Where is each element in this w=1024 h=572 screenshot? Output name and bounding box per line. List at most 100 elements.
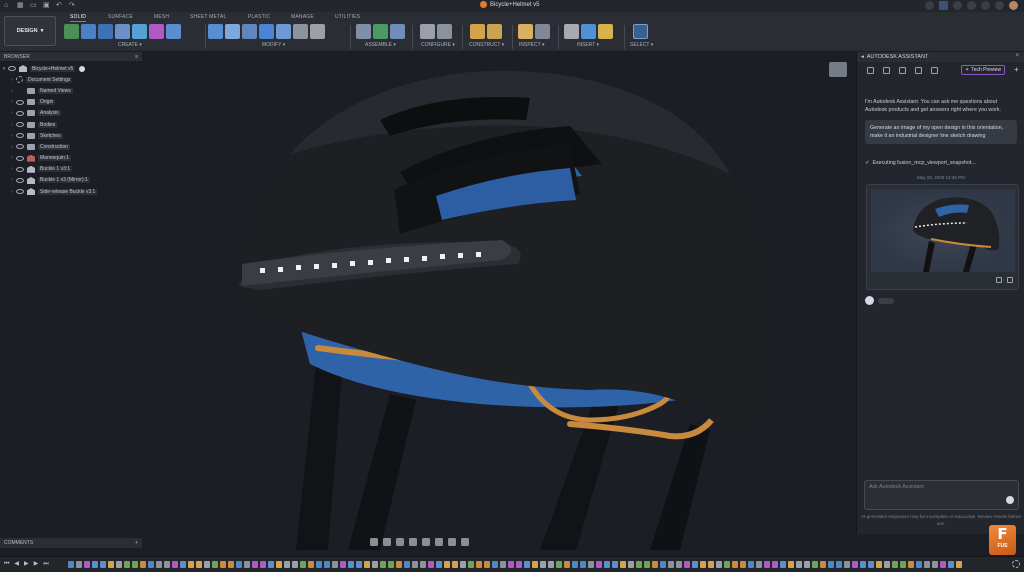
timeline-feature[interactable] xyxy=(844,561,850,568)
comments-panel[interactable]: COMMENTS + xyxy=(0,538,142,548)
workspace-switcher[interactable]: DESIGN ▾ xyxy=(4,16,56,46)
history-icon[interactable] xyxy=(915,66,922,74)
timeline-feature[interactable] xyxy=(188,561,194,568)
configure-table-icon[interactable] xyxy=(420,24,435,39)
timeline-feature[interactable] xyxy=(132,561,138,568)
timeline-feature[interactable] xyxy=(796,561,802,568)
insert-derive-icon[interactable] xyxy=(564,24,579,39)
timeline-feature[interactable] xyxy=(636,561,642,568)
look-at-icon[interactable] xyxy=(383,538,391,546)
file-icon[interactable]: ▭ xyxy=(30,2,37,9)
timeline-feature[interactable] xyxy=(540,561,546,568)
timeline-feature[interactable] xyxy=(764,561,770,568)
chevron-right-icon[interactable]: › xyxy=(8,155,16,161)
save-icon[interactable]: ▣ xyxy=(43,2,50,9)
timeline-feature[interactable] xyxy=(244,561,250,568)
tree-item[interactable]: › Analysis xyxy=(0,108,142,119)
box-icon[interactable] xyxy=(132,24,147,39)
timeline-feature[interactable] xyxy=(556,561,562,568)
assistant-input[interactable] xyxy=(869,484,999,490)
offset-plane-icon[interactable] xyxy=(470,24,485,39)
timeline-feature[interactable] xyxy=(412,561,418,568)
insert-canvas-icon[interactable] xyxy=(581,24,596,39)
visibility-icon[interactable] xyxy=(8,66,16,72)
timeline-feature[interactable] xyxy=(380,561,386,568)
timeline-feature[interactable] xyxy=(148,561,154,568)
settings-icon[interactable] xyxy=(931,66,938,74)
tech-preview-badge[interactable]: ✦ Tech Preview xyxy=(961,65,1005,75)
timeline-feature[interactable] xyxy=(388,561,394,568)
timeline-feature[interactable] xyxy=(124,561,130,568)
timeline-feature[interactable] xyxy=(324,561,330,568)
select-group[interactable]: SELECT ▾ xyxy=(630,42,653,48)
display-settings-icon[interactable] xyxy=(435,538,443,546)
timeline-feature[interactable] xyxy=(572,561,578,568)
tree-item[interactable]: › Origin xyxy=(0,97,142,108)
insert-group[interactable]: INSERT ▾ xyxy=(577,42,599,48)
chevron-right-icon[interactable]: › xyxy=(8,99,16,105)
new-component-icon[interactable] xyxy=(356,24,371,39)
tree-item[interactable]: › Mannequin:1 xyxy=(0,153,142,164)
timeline-feature[interactable] xyxy=(836,561,842,568)
timeline-feature[interactable] xyxy=(740,561,746,568)
helmet-model[interactable] xyxy=(230,64,790,550)
timeline-feature[interactable] xyxy=(212,561,218,568)
activate-icon[interactable] xyxy=(79,65,86,72)
create-sketch-icon[interactable] xyxy=(64,24,79,39)
timeline-feature[interactable] xyxy=(748,561,754,568)
timeline-feature[interactable] xyxy=(100,561,106,568)
timeline-feature[interactable] xyxy=(908,561,914,568)
joint-icon[interactable] xyxy=(373,24,388,39)
press-pull-icon[interactable] xyxy=(208,24,223,39)
timeline-settings-icon[interactable] xyxy=(1012,560,1020,568)
undo-icon[interactable]: ↶ xyxy=(56,2,63,9)
timeline-feature[interactable] xyxy=(204,561,210,568)
timeline-feature[interactable] xyxy=(444,561,450,568)
notifications-icon[interactable] xyxy=(981,1,990,10)
tree-item[interactable]: › Buckle 1 v3 (Mirror):1 xyxy=(0,175,142,186)
revolve-icon[interactable] xyxy=(98,24,113,39)
visibility-icon[interactable] xyxy=(16,122,24,128)
timeline-feature[interactable] xyxy=(116,561,122,568)
generated-image[interactable] xyxy=(871,189,1015,272)
chevron-right-icon[interactable]: › xyxy=(8,189,16,195)
timeline-feature[interactable] xyxy=(164,561,170,568)
timeline-feature[interactable] xyxy=(900,561,906,568)
timeline-feature[interactable] xyxy=(588,561,594,568)
chat-icon[interactable] xyxy=(867,66,874,74)
timeline-feature[interactable] xyxy=(332,561,338,568)
configure-group[interactable]: CONFIGURE ▾ xyxy=(421,42,455,48)
timeline-feature[interactable] xyxy=(260,561,266,568)
timeline-feature[interactable] xyxy=(516,561,522,568)
extrude-icon[interactable] xyxy=(81,24,96,39)
tab-surface[interactable]: SURFACE xyxy=(108,14,133,20)
timeline-feature[interactable] xyxy=(172,561,178,568)
timeline-feature[interactable] xyxy=(756,561,762,568)
timeline-feature[interactable] xyxy=(436,561,442,568)
step-forward-icon[interactable]: ▶ xyxy=(34,561,39,568)
add-tab-icon[interactable] xyxy=(925,1,934,10)
play-icon[interactable]: ▶ xyxy=(24,561,29,568)
timeline-feature[interactable] xyxy=(356,561,362,568)
timeline-feature[interactable] xyxy=(84,561,90,568)
configure-rule-icon[interactable] xyxy=(437,24,452,39)
go-to-start-icon[interactable]: ⏮ xyxy=(4,561,9,568)
fusion-app-badge[interactable]: F FUS xyxy=(989,525,1016,555)
tab-sheet-metal[interactable]: SHEET METAL xyxy=(190,14,226,20)
insert-mesh-icon[interactable] xyxy=(598,24,613,39)
timeline-feature[interactable] xyxy=(852,561,858,568)
timeline-feature[interactable] xyxy=(268,561,274,568)
help-icon[interactable] xyxy=(995,1,1004,10)
timeline-feature[interactable] xyxy=(676,561,682,568)
timeline-feature[interactable] xyxy=(700,561,706,568)
timeline-feature[interactable] xyxy=(652,561,658,568)
add-comment-icon[interactable]: + xyxy=(135,540,138,546)
lightbulb-icon[interactable] xyxy=(883,66,890,74)
extensions-icon[interactable] xyxy=(939,1,948,10)
timeline-feature[interactable] xyxy=(828,561,834,568)
timeline-feature[interactable] xyxy=(420,561,426,568)
tree-item[interactable]: › Sketches xyxy=(0,130,142,141)
timeline-feature[interactable] xyxy=(948,561,954,568)
timeline-feature[interactable] xyxy=(788,561,794,568)
timeline-feature[interactable] xyxy=(460,561,466,568)
